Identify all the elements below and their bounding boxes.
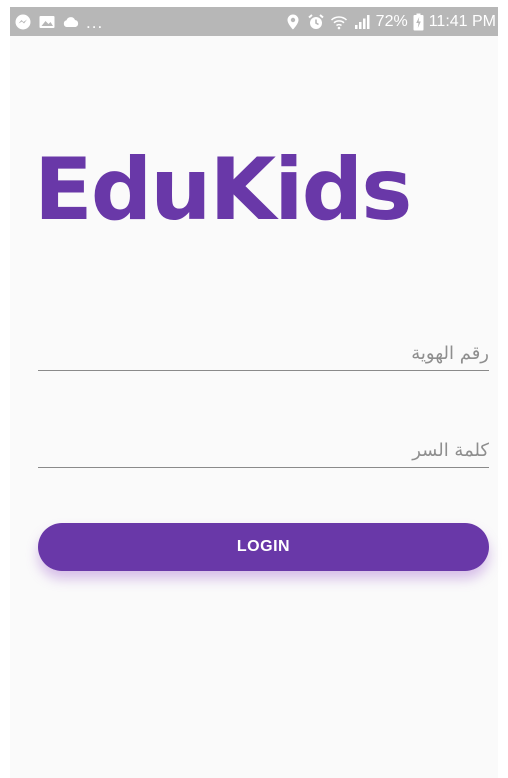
login-button[interactable]: LOGIN xyxy=(38,523,489,571)
id-number-field[interactable] xyxy=(38,321,491,371)
status-bar-notifications: ... xyxy=(14,7,103,36)
app-screen: ... 72% 11:41 PM EduKids رقم الهوية LOGI… xyxy=(10,7,498,778)
clock: 11:41 PM xyxy=(428,12,496,30)
status-bar-system: 72% 11:41 PM xyxy=(284,7,496,36)
cloud-icon xyxy=(62,13,80,31)
alarm-icon xyxy=(307,13,325,31)
messenger-icon xyxy=(14,13,32,31)
battery-charging-icon xyxy=(413,13,424,31)
signal-icon xyxy=(353,13,371,31)
status-bar: ... 72% 11:41 PM xyxy=(10,7,498,36)
battery-percent: 72% xyxy=(375,12,408,30)
password-input[interactable] xyxy=(38,440,491,461)
gallery-icon xyxy=(38,13,56,31)
more-notifications-indicator: ... xyxy=(86,13,104,32)
password-field[interactable] xyxy=(38,418,491,468)
wifi-icon xyxy=(330,13,348,31)
app-logo: EduKids xyxy=(34,140,412,240)
id-number-input[interactable] xyxy=(38,343,491,364)
location-icon xyxy=(284,13,302,31)
